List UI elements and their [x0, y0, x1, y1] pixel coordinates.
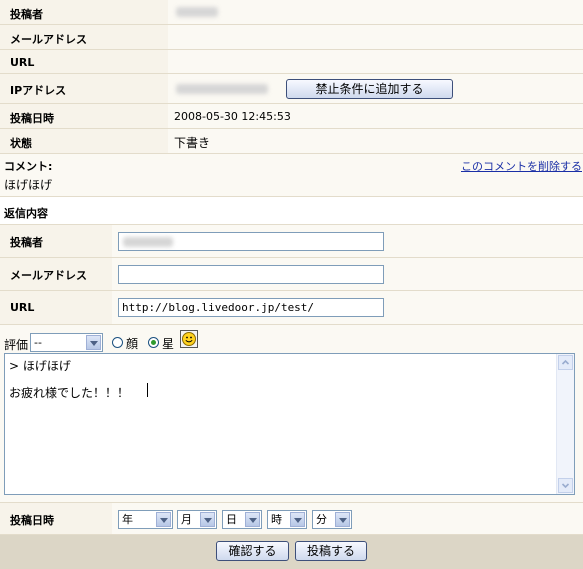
emoticon-button[interactable]	[180, 330, 198, 348]
reply-url-label: URL	[10, 301, 35, 314]
radio-star-label: 星	[162, 337, 175, 351]
scroll-up-button[interactable]	[558, 355, 573, 370]
reply-email-input[interactable]	[118, 265, 384, 284]
info-row-date: 投稿日時 2008-05-30 12:45:53	[0, 104, 583, 129]
info-row-status: 状態 下書き	[0, 129, 583, 154]
reply-textarea[interactable]: > ほげほげ お疲れ様でした！！！	[4, 353, 575, 495]
ip-label: IPアドレス	[10, 84, 67, 97]
add-ban-condition-button[interactable]: 禁止条件に追加する	[286, 79, 453, 99]
chevron-down-icon	[245, 512, 260, 527]
chevron-down-icon	[335, 512, 350, 527]
post-button[interactable]: 投稿する	[295, 541, 367, 561]
info-row-ip: IPアドレス 禁止条件に追加する	[0, 74, 583, 104]
poster-label: 投稿者	[10, 8, 43, 21]
url-label: URL	[10, 56, 35, 69]
email-label: メールアドレス	[10, 33, 87, 46]
info-row-poster: 投稿者	[0, 0, 583, 25]
minute-select[interactable]: 分	[312, 510, 352, 529]
comment-label: コメント:	[4, 160, 53, 173]
delete-comment-link[interactable]: このコメントを削除する	[461, 158, 582, 174]
reply-header-title: 返信内容	[4, 207, 48, 220]
text-cursor	[147, 383, 148, 397]
textarea-quote-line: > ほげほげ	[9, 359, 71, 373]
day-select-value: 日	[226, 513, 237, 526]
radio-face[interactable]	[112, 337, 123, 348]
status-label: 状態	[10, 137, 32, 150]
month-select[interactable]: 月	[177, 510, 217, 529]
reply-poster-input[interactable]	[118, 232, 384, 251]
date-label: 投稿日時	[10, 112, 54, 125]
year-select[interactable]: 年	[118, 510, 173, 529]
confirm-button[interactable]: 確認する	[216, 541, 289, 561]
poster-value-redacted	[176, 7, 218, 17]
date-value: 2008-05-30 12:45:53	[174, 110, 291, 123]
chevron-down-icon	[290, 512, 305, 527]
status-value: 下書き	[174, 136, 211, 150]
reply-poster-label: 投稿者	[10, 236, 43, 249]
reply-row-url: URL http://blog.livedoor.jp/test/	[0, 291, 583, 325]
year-select-value: 年	[122, 513, 133, 526]
info-row-url: URL	[0, 50, 583, 74]
rating-select-value: --	[34, 336, 42, 349]
form-footer: 確認する 投稿する	[0, 535, 583, 569]
reply-body-area: 評価 -- 顔 星 > ほげほげ お疲れ様でした！！！	[0, 325, 583, 503]
chevron-down-icon	[86, 335, 101, 350]
info-row-email: メールアドレス	[0, 25, 583, 50]
chevron-down-icon	[561, 483, 570, 489]
radio-star[interactable]	[148, 337, 159, 348]
rating-label: 評価	[4, 338, 29, 352]
chevron-down-icon	[200, 512, 215, 527]
reply-row-email: メールアドレス	[0, 258, 583, 291]
comment-body: ほげほげ	[4, 178, 53, 192]
chevron-down-icon	[156, 512, 171, 527]
reply-row-poster: 投稿者	[0, 225, 583, 258]
post-date-label: 投稿日時	[10, 514, 54, 527]
textarea-reply-line: お疲れ様でした！！！	[9, 386, 130, 400]
ip-value-redacted	[176, 84, 268, 94]
hour-select-value: 時	[271, 513, 282, 526]
reply-header: 返信内容	[0, 197, 583, 225]
day-select[interactable]: 日	[222, 510, 262, 529]
reply-email-label: メールアドレス	[10, 269, 87, 282]
smiley-icon	[182, 332, 196, 346]
reply-url-input[interactable]: http://blog.livedoor.jp/test/	[118, 298, 384, 317]
chevron-up-icon	[561, 359, 570, 365]
reply-row-post-date: 投稿日時 年 月 日 時 分	[0, 503, 583, 535]
scroll-down-button[interactable]	[558, 478, 573, 493]
hour-select[interactable]: 時	[267, 510, 307, 529]
month-select-value: 月	[181, 513, 192, 526]
radio-face-label: 顔	[126, 337, 139, 351]
comment-block: コメント: ほげほげ このコメントを削除する	[0, 154, 583, 197]
minute-select-value: 分	[316, 513, 327, 526]
textarea-scrollbar[interactable]	[556, 354, 574, 494]
reply-poster-value-redacted	[123, 237, 173, 247]
rating-select[interactable]: --	[30, 333, 103, 352]
